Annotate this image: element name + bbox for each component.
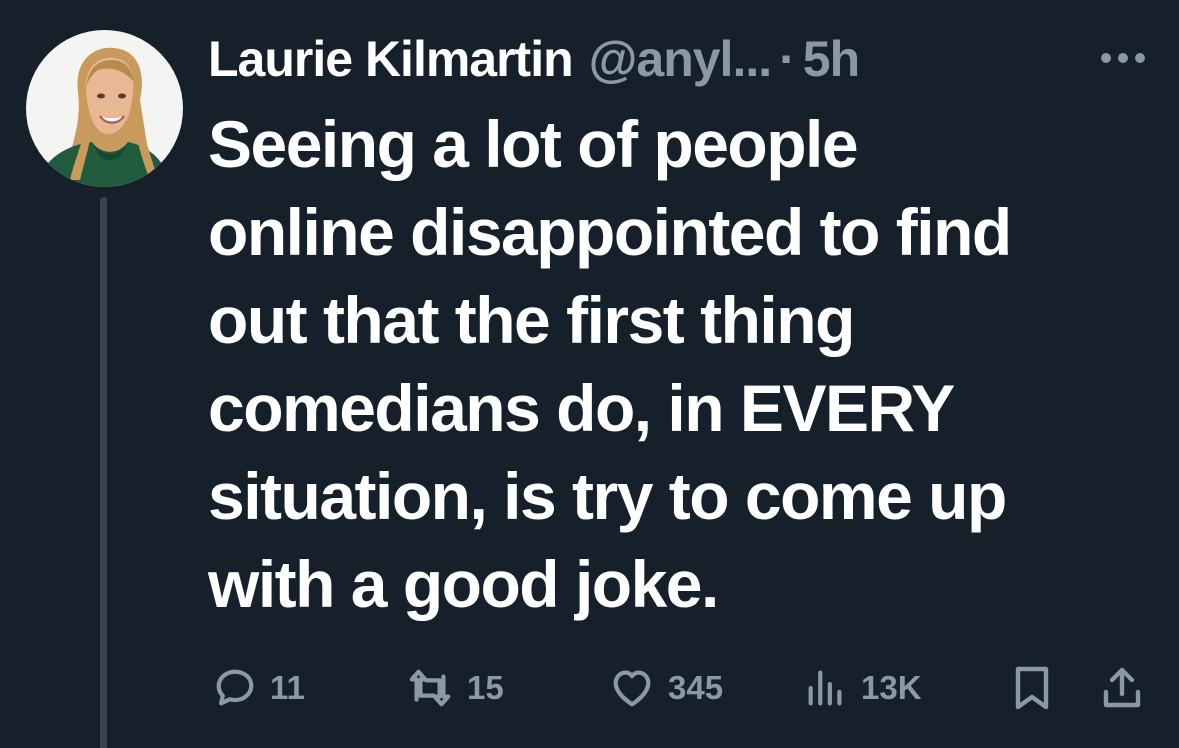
view-count: 13K xyxy=(861,669,922,706)
tweet-text-line: online disappointed to find xyxy=(208,195,1012,269)
tweet-text-line: comedians do, in EVERY xyxy=(208,371,955,445)
heart-icon xyxy=(613,670,651,707)
views-chart-icon xyxy=(808,670,842,706)
more-options-button[interactable] xyxy=(1098,50,1148,66)
reply-button[interactable]: 11 xyxy=(212,658,305,718)
more-horizontal-icon xyxy=(1101,53,1145,63)
retweet-count: 15 xyxy=(467,669,504,706)
tweet-header: Laurie Kilmartin @anyl... · 5h xyxy=(208,24,860,94)
share-icon xyxy=(1103,667,1141,708)
tweet-text-line: Seeing a lot of people xyxy=(208,107,859,181)
retweet-button[interactable]: 15 xyxy=(405,658,504,718)
tweet-text-line: out that the first thing xyxy=(208,283,855,357)
tweet-timestamp[interactable]: 5h xyxy=(803,24,860,94)
like-button[interactable]: 345 xyxy=(608,658,723,718)
views-button[interactable]: 13K xyxy=(803,658,922,718)
bookmark-icon-wrap xyxy=(1012,664,1052,712)
tweet-text-line: with a good joke. xyxy=(208,547,719,621)
author-handle[interactable]: @anyl... xyxy=(589,24,772,94)
author-name[interactable]: Laurie Kilmartin xyxy=(208,24,574,94)
tweet-text-line: situation, is try to come up xyxy=(208,459,1007,533)
header-separator: · xyxy=(779,31,796,87)
avatar[interactable] xyxy=(26,30,183,187)
tweet-text: Seeing a lot of people online disappoint… xyxy=(208,100,1168,628)
bookmark-button[interactable] xyxy=(1012,658,1052,718)
action-bar: 11 15 345 13K xyxy=(0,658,1179,718)
like-count: 345 xyxy=(668,669,724,706)
retweet-icon xyxy=(409,669,451,707)
reply-bubble-icon xyxy=(216,669,254,706)
share-icon-wrap xyxy=(1100,664,1144,712)
reply-count: 11 xyxy=(270,669,305,706)
share-button[interactable] xyxy=(1100,658,1144,718)
tweet: Laurie Kilmartin @anyl... · 5h Seeing a … xyxy=(0,0,1179,748)
bookmark-icon xyxy=(1015,666,1049,710)
